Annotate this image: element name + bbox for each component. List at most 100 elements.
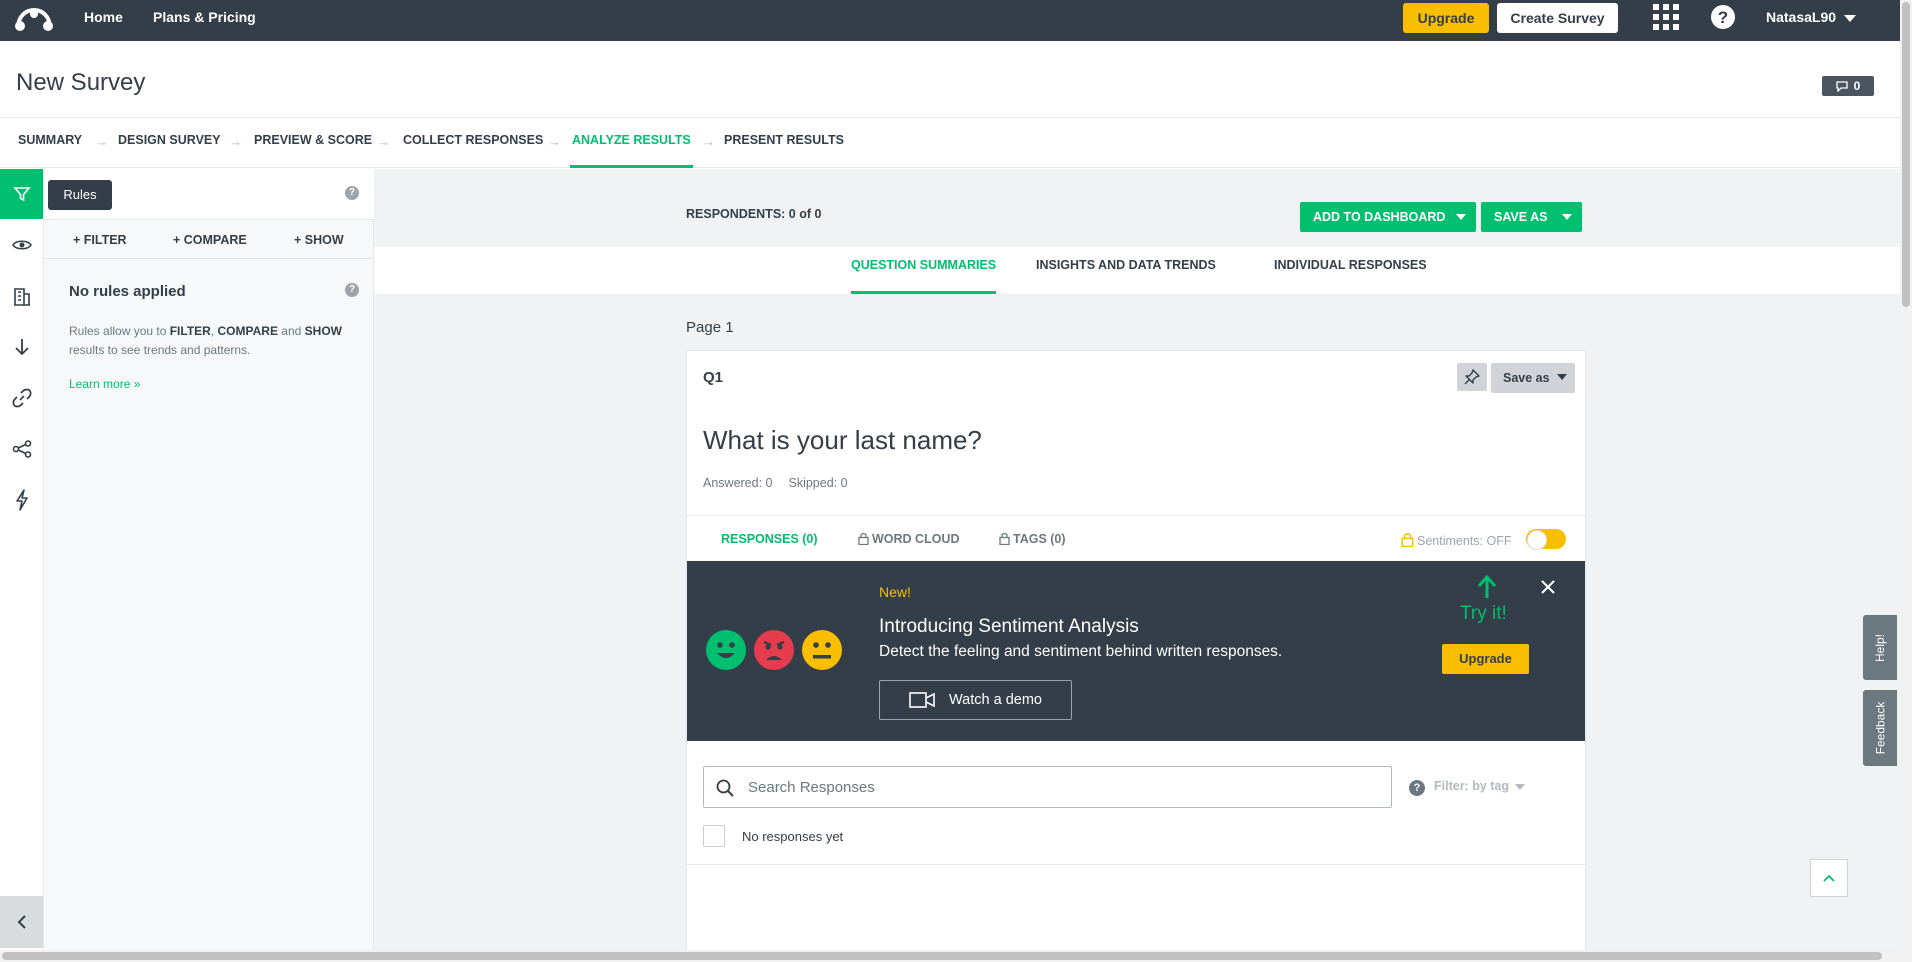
- arrow-right-icon: →: [377, 134, 390, 149]
- question-mark-icon[interactable]: ?: [1409, 780, 1425, 796]
- step-summary[interactable]: SUMMARY: [18, 118, 82, 168]
- close-icon[interactable]: [1540, 579, 1556, 595]
- search-icon: [716, 779, 734, 797]
- comments-button[interactable]: 0: [1822, 76, 1874, 96]
- tab-question-summaries[interactable]: QUESTION SUMMARIES: [851, 247, 997, 294]
- rules-filter-button[interactable]: [0, 169, 43, 219]
- caret-down-icon: [1562, 214, 1572, 220]
- nav-home-link[interactable]: Home: [84, 0, 123, 41]
- add-compare-button[interactable]: + COMPARE: [173, 233, 247, 247]
- survey-header: New Survey 0: [0, 41, 1900, 118]
- tab-word-cloud[interactable]: WORD CLOUD: [858, 532, 960, 546]
- scrollbar-thumb[interactable]: [2, 952, 1882, 960]
- caret-down-icon: [1515, 783, 1526, 790]
- happy-face-icon: [706, 630, 746, 670]
- learn-more-link[interactable]: Learn more »: [69, 377, 140, 391]
- rules-description: Rules allow you to FILTER, COMPARE and S…: [69, 324, 342, 357]
- chevron-up-icon: [1823, 874, 1835, 882]
- question-save-as-button[interactable]: Save as: [1491, 363, 1575, 393]
- search-responses-input[interactable]: [748, 767, 1378, 807]
- add-filter-button[interactable]: + FILTER: [73, 233, 127, 247]
- nav-plans-pricing-link[interactable]: Plans & Pricing: [153, 0, 256, 41]
- rules-panel: ? + FILTER + COMPARE + SHOW No rules app…: [44, 169, 374, 962]
- banner-title: Introducing Sentiment Analysis: [879, 616, 1139, 637]
- question-number: Q1: [703, 369, 724, 386]
- analyze-main-area: RESPONDENTS: 0 of 0 ADD TO DASHBOARD SAV…: [374, 169, 1900, 962]
- caret-down-icon: [1557, 374, 1567, 380]
- step-preview-score[interactable]: PREVIEW & SCORE: [254, 118, 372, 168]
- try-it-label: Try it!: [1460, 603, 1507, 624]
- page-title: New Survey: [16, 69, 146, 96]
- vertical-scrollbar[interactable]: [1900, 0, 1912, 962]
- feedback-side-tab[interactable]: Feedback: [1863, 690, 1897, 766]
- help-side-tab[interactable]: Help!: [1863, 615, 1897, 680]
- link-icon: [12, 388, 31, 408]
- watch-demo-label: Watch a demo: [949, 692, 1042, 708]
- tab-individual-responses[interactable]: INDIVIDUAL RESPONSES: [1274, 247, 1427, 294]
- horizontal-scrollbar[interactable]: [0, 950, 1900, 962]
- user-menu[interactable]: NatasaL90: [1766, 0, 1857, 35]
- save-as-label: SAVE AS: [1494, 210, 1548, 224]
- add-to-dashboard-button[interactable]: ADD TO DASHBOARD: [1300, 202, 1476, 232]
- upgrade-button[interactable]: Upgrade: [1403, 3, 1489, 33]
- question-save-as-label: Save as: [1503, 371, 1550, 385]
- tags-label: TAGS (0): [1013, 532, 1066, 546]
- pin-button[interactable]: [1457, 363, 1487, 391]
- filter-icon: [12, 187, 31, 202]
- question-mark-icon[interactable]: ?: [345, 186, 359, 200]
- tab-insights-data-trends[interactable]: INSIGHTS AND DATA TRENDS: [1036, 247, 1216, 294]
- share-button[interactable]: [0, 424, 43, 474]
- step-present-results[interactable]: PRESENT RESULTS: [724, 118, 844, 168]
- scrollbar-thumb[interactable]: [1902, 2, 1910, 307]
- tab-responses[interactable]: RESPONSES (0): [721, 532, 818, 546]
- step-design-survey[interactable]: DESIGN SURVEY: [118, 118, 221, 168]
- select-all-checkbox[interactable]: [703, 825, 725, 847]
- question-mark-icon[interactable]: ?: [345, 283, 359, 297]
- chevron-left-icon: [17, 915, 26, 929]
- lightning-icon: [15, 489, 28, 511]
- search-responses-field[interactable]: [703, 766, 1392, 808]
- lock-icon: [858, 532, 869, 545]
- integrations-button[interactable]: [0, 475, 43, 525]
- arrow-right-icon: →: [548, 134, 561, 149]
- rules-actions: + FILTER + COMPARE + SHOW: [44, 221, 374, 259]
- skipped-count: Skipped: 0: [788, 476, 848, 490]
- step-analyze-results[interactable]: ANALYZE RESULTS: [570, 118, 693, 168]
- tab-tags[interactable]: TAGS (0): [999, 532, 1066, 546]
- arrow-up-icon: [1477, 575, 1497, 598]
- help-icon[interactable]: ?: [1710, 4, 1736, 30]
- banner-upgrade-button[interactable]: Upgrade: [1442, 644, 1529, 674]
- surveymonkey-logo-icon[interactable]: [14, 4, 54, 34]
- collapse-panel-button[interactable]: [0, 896, 43, 948]
- banner-subtitle: Detect the feeling and sentiment behind …: [879, 643, 1283, 660]
- add-show-button[interactable]: + SHOW: [294, 233, 344, 247]
- save-as-button[interactable]: SAVE AS: [1481, 202, 1582, 232]
- sad-face-icon: [754, 630, 794, 670]
- export-button[interactable]: [0, 322, 43, 372]
- download-icon: [14, 339, 29, 356]
- results-view-tabs: QUESTION SUMMARIES INSIGHTS AND DATA TRE…: [374, 247, 1900, 294]
- arrow-right-icon: →: [229, 134, 242, 149]
- response-tabs: RESPONSES (0) WORD CLOUD TAGS (0) Sentim…: [687, 516, 1585, 561]
- username: NatasaL90: [1766, 9, 1837, 25]
- svg-text:?: ?: [1718, 8, 1728, 27]
- scroll-to-top-button[interactable]: [1810, 859, 1848, 897]
- help-side-label: Help!: [1872, 633, 1887, 662]
- watch-demo-button[interactable]: Watch a demo: [879, 680, 1072, 720]
- apps-grid-icon[interactable]: [1653, 4, 1679, 30]
- create-survey-button[interactable]: Create Survey: [1497, 3, 1618, 33]
- page-label: Page 1: [686, 319, 734, 336]
- shared-data-button[interactable]: [0, 373, 43, 423]
- divider: [687, 864, 1585, 865]
- views-button[interactable]: [0, 220, 43, 270]
- no-responses-message: No responses yet: [742, 829, 844, 844]
- benchmarks-button[interactable]: [0, 271, 43, 321]
- eye-icon: [11, 240, 32, 250]
- step-collect-responses[interactable]: COLLECT RESPONSES: [403, 118, 543, 168]
- sentiments-toggle[interactable]: [1526, 529, 1566, 550]
- neutral-face-icon: [802, 630, 842, 670]
- rules-tooltip: Rules: [48, 180, 112, 210]
- filter-by-tag-dropdown[interactable]: Filter: by tag: [1434, 779, 1526, 793]
- sentiment-promo-banner: New! Introducing Sentiment Analysis Dete…: [687, 561, 1585, 741]
- answered-count: Answered: 0: [703, 476, 773, 490]
